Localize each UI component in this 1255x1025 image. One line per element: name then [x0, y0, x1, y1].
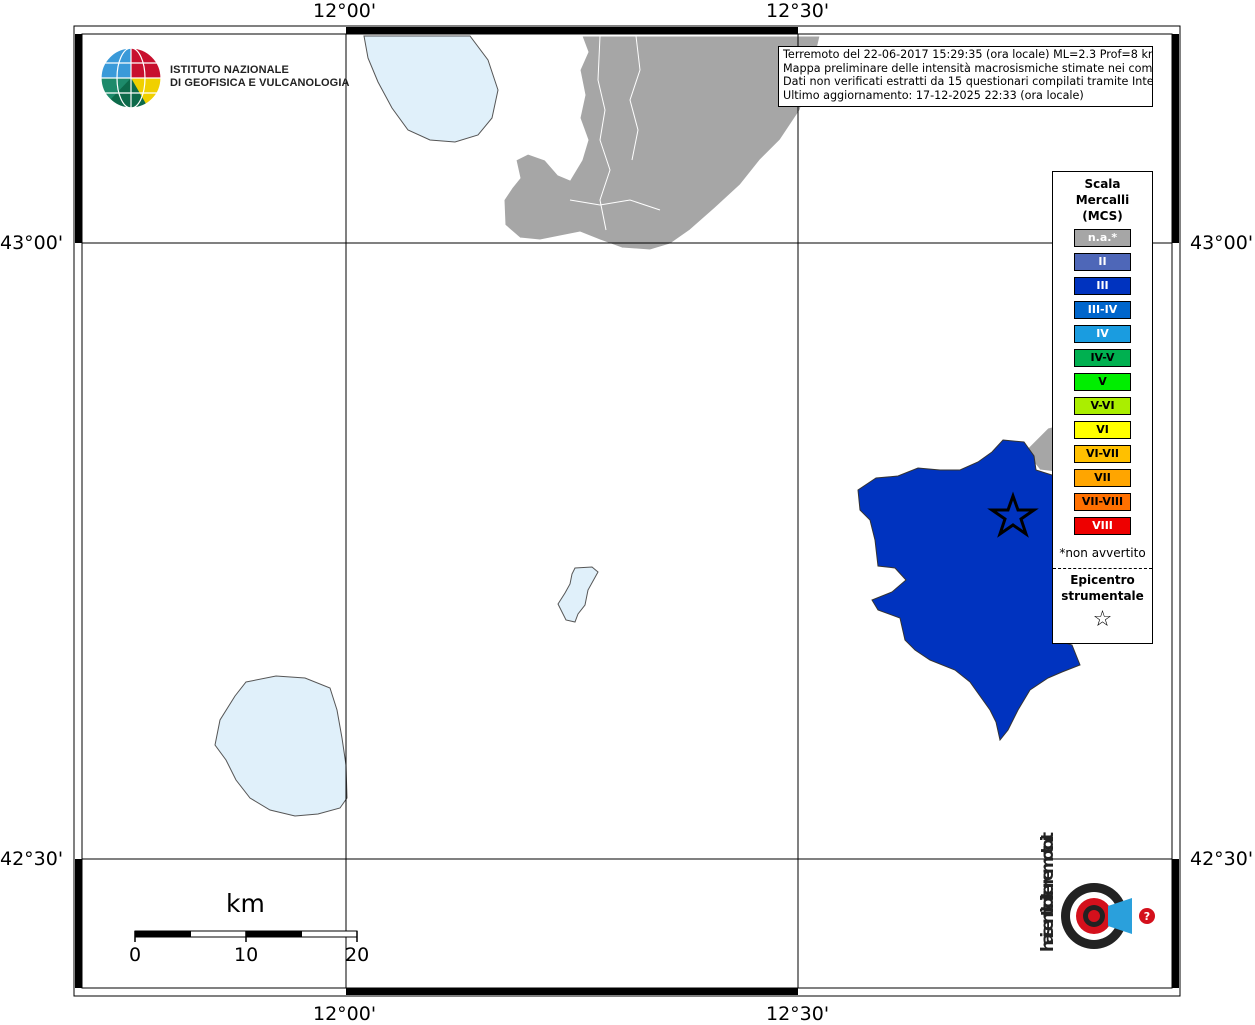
legend-item: IV: [1074, 325, 1131, 343]
lat-label-right-43-00: 43°00': [1190, 232, 1254, 254]
legend-item: III: [1074, 277, 1131, 295]
lon-label-bottom-12-30: 12°30': [766, 1003, 830, 1025]
ingv-logo-icon: [100, 47, 162, 109]
legend-note: *non avvertito: [1059, 546, 1146, 560]
ingv-logo-line2: DI GEOFISICA E VULCANOLOGIA: [170, 77, 350, 89]
event-info-box: Terremoto del 22-06-2017 15:29:35 (ora l…: [778, 46, 1153, 107]
legend-title-line2: Mercalli: [1075, 193, 1130, 207]
lat-label-right-42-30: 42°30': [1190, 848, 1254, 870]
event-info-line2: Mappa preliminare delle intensità macros…: [783, 61, 1153, 75]
scale-unit: km: [226, 889, 265, 918]
legend-item: V: [1074, 373, 1131, 391]
legend-item: IV-V: [1074, 349, 1131, 367]
lat-label-left-42-30: 42°30': [0, 848, 64, 870]
lat-label-left-43-00: 43°00': [0, 232, 64, 254]
scale-tick-20: 20: [345, 944, 370, 966]
lon-label-bottom-12-00: 12°00': [313, 1003, 377, 1025]
legend-item: II: [1074, 253, 1131, 271]
legend-item: n.a.*: [1074, 229, 1131, 247]
legend-epicenter-line2: strumentale: [1061, 589, 1144, 603]
event-info-line3: Dati non verificati estratti da 15 quest…: [783, 75, 1153, 88]
scale-tick-0: 0: [129, 944, 142, 966]
event-info-line4: Ultimo aggiornamento: 17-12-2025 22:33 (…: [783, 88, 1084, 102]
legend-item: VII: [1074, 469, 1131, 487]
legend-item: VIII: [1074, 517, 1131, 535]
svg-text:?: ?: [1144, 910, 1150, 923]
event-info-line1: Terremoto del 22-06-2017 15:29:35 (ora l…: [783, 48, 1153, 61]
scale-tick-10: 10: [234, 944, 259, 966]
legend-item: V-VI: [1074, 397, 1131, 415]
legend-item: III-IV: [1074, 301, 1131, 319]
legend-star-icon: ☆: [1092, 607, 1113, 632]
ingv-logo-line1: ISTITUTO NAZIONALE: [170, 64, 289, 76]
legend-item: VI-VII: [1074, 445, 1131, 463]
legend-separator: [1053, 568, 1152, 569]
brand-logo-text: haisentitoilterremoto.it: [1038, 832, 1058, 952]
legend-title-line3: (MCS): [1082, 209, 1123, 223]
legend-item: VII-VIII: [1074, 493, 1131, 511]
legend-title-line1: Scala: [1084, 177, 1121, 191]
mcs-legend: Scala Mercalli (MCS) n.a.* II III III-IV IV I…: [1052, 171, 1153, 644]
legend-epicenter-line1: Epicentro: [1070, 573, 1135, 587]
legend-title: Scala Mercalli (MCS): [1053, 176, 1152, 224]
legend-item: VI: [1074, 421, 1131, 439]
legend-epicenter-label: Epicentro strumentale: [1053, 572, 1152, 604]
lon-label-top-12-00: 12°00': [313, 0, 377, 22]
ingv-logo-text: ISTITUTO NAZIONALE DI GEOFISICA E VULCAN…: [170, 64, 350, 90]
lon-label-top-12-30: 12°30': [766, 0, 830, 22]
